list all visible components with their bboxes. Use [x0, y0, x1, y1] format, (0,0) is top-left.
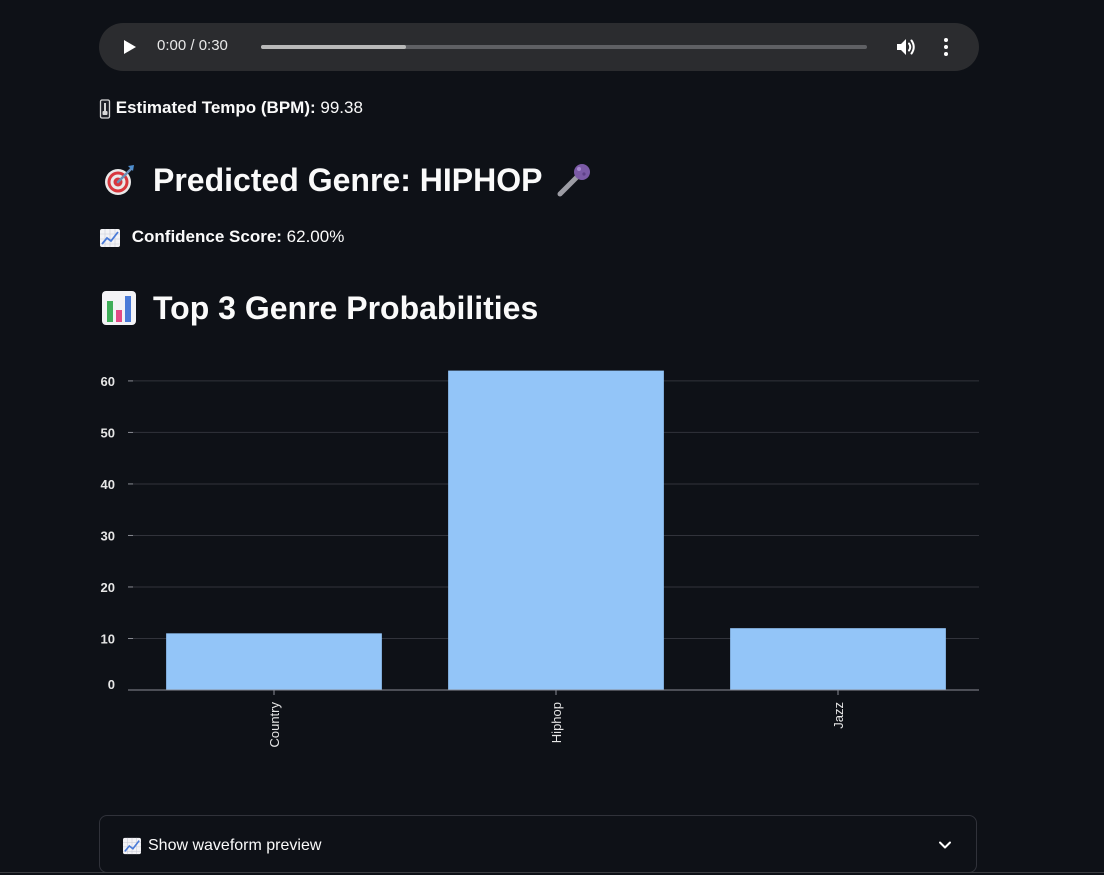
chart-increasing-icon: [100, 228, 120, 247]
tempo-line: Estimated Tempo (BPM): 99.38: [99, 97, 363, 119]
time-readout: 0:00 / 0:30: [157, 37, 228, 54]
y-tick-label: 50: [101, 425, 115, 440]
waveform-expander[interactable]: Show waveform preview: [99, 815, 977, 873]
predicted-genre-text: Predicted Genre: HIPHOP: [153, 162, 543, 198]
tempo-value: 99.38: [320, 98, 363, 117]
y-tick-label: 10: [101, 631, 115, 646]
microphone-icon: [557, 164, 591, 197]
y-tick-label: 40: [101, 477, 115, 492]
confidence-value: 62.00%: [286, 227, 345, 246]
y-tick-label: 0: [108, 677, 115, 692]
y-tick-label: 30: [101, 528, 115, 543]
tempo-label: Estimated Tempo (BPM):: [115, 98, 316, 117]
bar-country: [166, 633, 382, 690]
confidence-line: Confidence Score: 62.00%: [99, 226, 344, 248]
chevron-down-icon[interactable]: [938, 838, 952, 852]
target-icon: [105, 165, 134, 195]
thermometer-icon: [99, 98, 111, 119]
predicted-genre-heading: Predicted Genre: HIPHOP: [101, 160, 594, 200]
waveform-expander-text: Show waveform preview: [148, 837, 322, 854]
top-genres-text: Top 3 Genre Probabilities: [153, 290, 539, 326]
chart-increasing-icon: [123, 837, 141, 855]
x-tick-label: Country: [267, 702, 282, 748]
y-tick-label: 20: [101, 580, 115, 595]
page-divider: [0, 872, 1104, 873]
y-tick-label: 60: [101, 374, 115, 389]
top-genres-heading: Top 3 Genre Probabilities: [101, 288, 538, 328]
volume-icon[interactable]: [895, 36, 917, 58]
seek-progress: [261, 45, 407, 49]
waveform-expander-label: Show waveform preview: [122, 835, 321, 857]
more-vertical-icon[interactable]: [937, 36, 955, 58]
x-tick-label: Jazz: [831, 702, 846, 729]
genre-probability-chart: 0 10 20 30 40 50 60 Country Hiphop Jazz: [101, 370, 979, 748]
audio-player[interactable]: 0:00 / 0:30: [99, 23, 979, 71]
seek-bar[interactable]: [261, 45, 867, 49]
play-icon[interactable]: [119, 37, 139, 57]
x-tick-label: Hiphop: [549, 702, 564, 743]
bar-hiphop: [448, 370, 664, 690]
bar-chart-icon: [102, 291, 136, 325]
page: 0:00 / 0:30 Estimated Tempo (BPM): 99.38: [0, 0, 1104, 875]
bar-jazz: [730, 628, 946, 690]
confidence-label: Confidence Score:: [131, 227, 282, 246]
